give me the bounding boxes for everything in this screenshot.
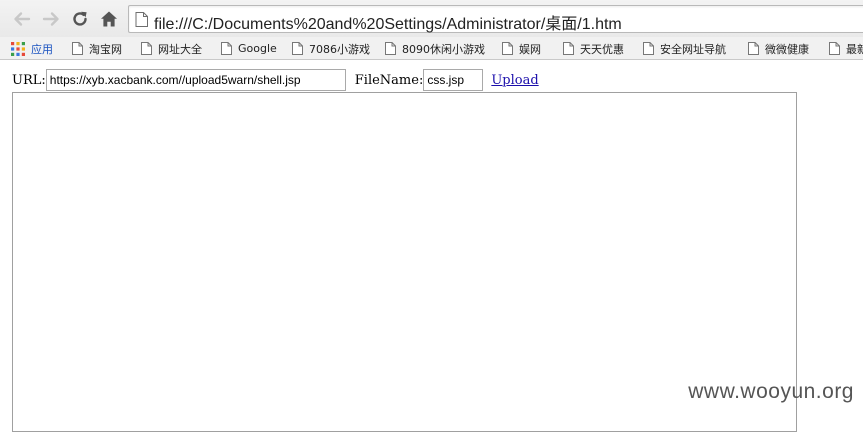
browser-toolbar: file:///C:/Documents%20and%20Settings/Ad… xyxy=(0,0,863,37)
bookmark-label: Google xyxy=(238,42,277,55)
bookmark-item[interactable]: 8090休闲小游戏 xyxy=(385,40,485,57)
page-icon xyxy=(292,42,303,55)
back-arrow-icon xyxy=(12,9,32,29)
bookmark-item[interactable]: 7086小游戏 xyxy=(292,40,370,57)
page-icon xyxy=(385,42,396,55)
home-icon xyxy=(99,9,119,29)
address-bar[interactable]: file:///C:/Documents%20and%20Settings/Ad… xyxy=(128,5,863,33)
bookmark-label: 网址大全 xyxy=(158,41,202,57)
bookmark-label: 8090休闲小游戏 xyxy=(402,41,485,57)
filename-input[interactable] xyxy=(423,69,483,91)
page-icon xyxy=(829,42,840,55)
bookmark-item[interactable]: Google xyxy=(221,40,277,57)
page-icon xyxy=(221,42,232,55)
reload-button[interactable] xyxy=(69,8,91,30)
forward-arrow-icon xyxy=(41,9,61,29)
page-content: URL: FileName: Upload xyxy=(0,60,863,418)
bookmark-label: 淘宝网 xyxy=(89,41,122,57)
filename-label: FileName: xyxy=(355,73,424,88)
home-button[interactable] xyxy=(98,8,120,30)
reload-icon xyxy=(70,9,90,29)
page-icon xyxy=(643,42,654,55)
bookmark-label: 7086小游戏 xyxy=(309,41,370,57)
upload-link[interactable]: Upload xyxy=(491,73,538,88)
forward-button[interactable] xyxy=(40,8,62,30)
bookmark-item[interactable]: 安全网址导航 xyxy=(643,40,726,57)
bookmark-label: 应用 xyxy=(31,41,53,57)
bookmark-item[interactable]: 最新 xyxy=(829,40,863,57)
page-icon xyxy=(141,42,152,55)
watermark: www.wooyun.org xyxy=(688,380,854,404)
bookmark-apps[interactable]: 应用 xyxy=(11,40,53,57)
url-label: URL: xyxy=(12,73,46,88)
url-input[interactable] xyxy=(46,69,346,91)
upload-form: URL: FileName: Upload xyxy=(12,69,539,91)
bookmark-item[interactable]: 淘宝网 xyxy=(72,40,122,57)
bookmark-label: 天天优惠 xyxy=(580,41,624,57)
page-icon xyxy=(748,42,759,55)
bookmark-label: 最新 xyxy=(846,41,863,57)
address-text: file:///C:/Documents%20and%20Settings/Ad… xyxy=(154,10,622,34)
back-button[interactable] xyxy=(11,8,33,30)
bookmark-item[interactable]: 微微健康 xyxy=(748,40,809,57)
page-icon xyxy=(563,42,574,55)
bookmark-item[interactable]: 天天优惠 xyxy=(563,40,624,57)
page-icon xyxy=(502,42,513,55)
bookmark-label: 微微健康 xyxy=(765,41,809,57)
page-icon xyxy=(135,12,148,27)
bookmarks-bar: 应用 淘宝网 网址大全 Google 7086小游戏 8090休闲小游戏 娱网 … xyxy=(0,37,863,60)
page-icon xyxy=(72,42,83,55)
result-iframe[interactable] xyxy=(12,92,797,432)
apps-grid-icon xyxy=(11,42,25,56)
bookmark-label: 娱网 xyxy=(519,41,541,57)
bookmark-item[interactable]: 娱网 xyxy=(502,40,541,57)
bookmark-item[interactable]: 网址大全 xyxy=(141,40,202,57)
bookmark-label: 安全网址导航 xyxy=(660,41,726,57)
